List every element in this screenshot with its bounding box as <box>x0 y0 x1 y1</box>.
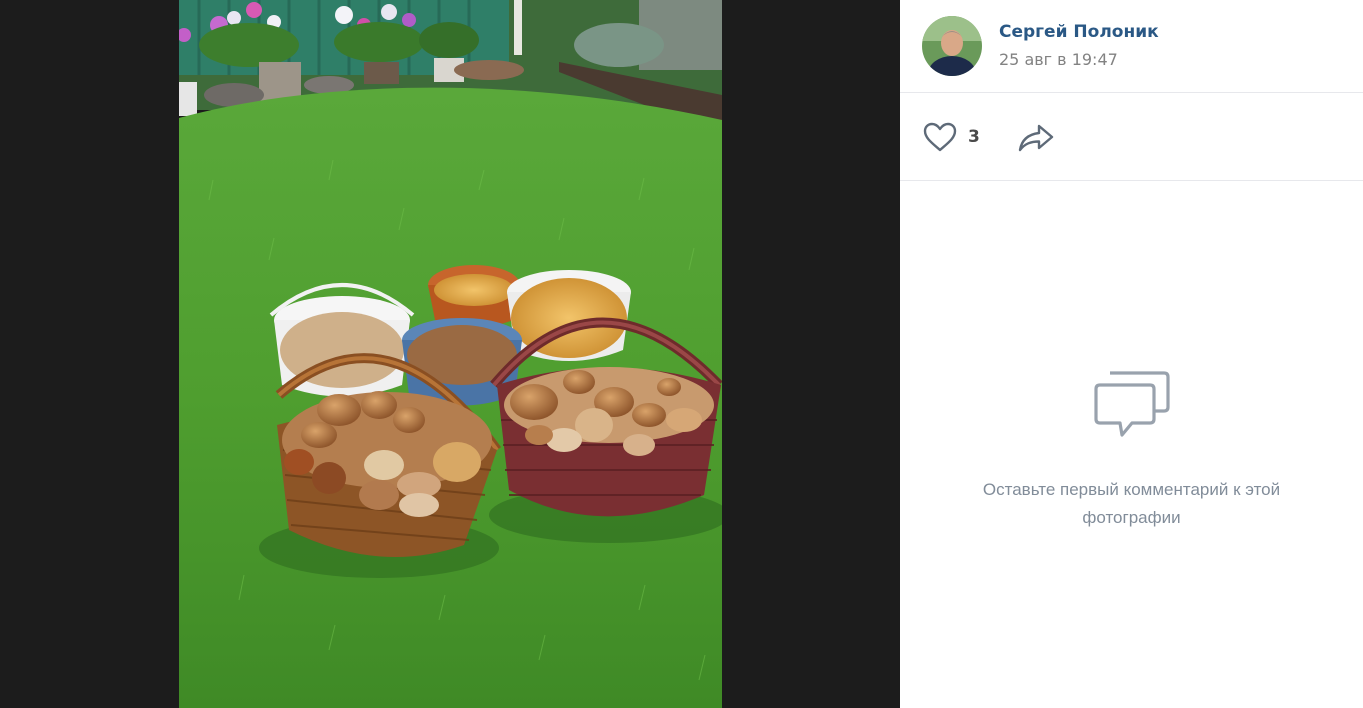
post-actions: 3 <box>900 93 1363 181</box>
like-count: 3 <box>968 127 980 147</box>
mushroom-baskets-image <box>179 0 722 708</box>
like-button[interactable]: 3 <box>922 119 980 155</box>
avatar-photo <box>922 16 982 76</box>
empty-comments-text: Оставьте первый комментарий к этой фотог… <box>982 480 1281 527</box>
comments-empty-state: Оставьте первый комментарий к этой фотог… <box>900 181 1363 708</box>
author-name-link[interactable]: Сергей Полоник <box>999 22 1159 42</box>
photo-area[interactable] <box>0 0 900 708</box>
photo-viewer: Сергей Полоник 25 авг в 19:47 3 Оставьте… <box>0 0 1363 708</box>
heart-outline-icon <box>923 122 957 152</box>
post-date[interactable]: 25 авг в 19:47 <box>999 50 1118 69</box>
post-author-header: Сергей Полоник 25 авг в 19:47 <box>900 0 1363 93</box>
speech-bubbles-icon <box>1092 367 1172 443</box>
share-arrow-icon <box>1018 124 1054 152</box>
side-panel: Сергей Полоник 25 авг в 19:47 3 Оставьте… <box>900 0 1363 708</box>
share-button[interactable] <box>1017 121 1057 155</box>
post-photo[interactable] <box>179 0 722 708</box>
author-avatar[interactable] <box>922 16 982 76</box>
